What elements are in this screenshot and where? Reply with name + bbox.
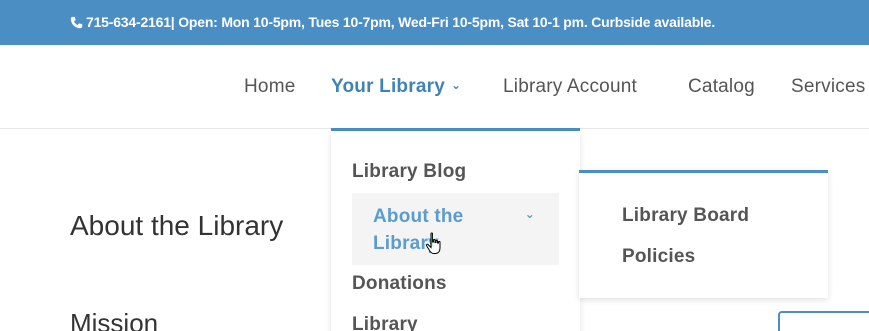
submenu-item-policies[interactable]: Policies [622, 246, 695, 268]
nav-catalog[interactable]: Catalog [688, 76, 755, 98]
chevron-down-icon: ⌄ [450, 78, 462, 92]
page-title: About the Library [70, 210, 284, 241]
dropdown-item-donations[interactable]: Donations [352, 273, 559, 295]
about-the-library-submenu: Library Board Policies [579, 170, 828, 298]
chevron-down-icon: ⌄ [524, 207, 535, 221]
submenu-item-library-board[interactable]: Library Board [622, 205, 749, 227]
your-library-dropdown: Library Blog About the Library ⌄ Donatio… [331, 131, 580, 331]
nav-home[interactable]: Home [244, 76, 295, 98]
dropdown-item-library-blog[interactable]: Library Blog [352, 161, 559, 183]
dropdown-item-library[interactable]: Library [352, 314, 559, 331]
sidebar-box[interactable] [778, 311, 869, 331]
nav-services[interactable]: Services [791, 76, 865, 98]
dropdown-item-about-the-library[interactable]: About the Library ⌄ [352, 193, 559, 265]
main-navigation: Home Your Library ⌄ Library Account Catal… [0, 45, 869, 131]
top-info-bar: 715-634-2161| Open: Mon 10-5pm, Tues 10-… [0, 0, 869, 45]
nav-your-library-label: Your Library [331, 76, 445, 97]
nav-library-account[interactable]: Library Account [503, 76, 637, 98]
hand-pointer-cursor-icon [425, 232, 445, 261]
mission-heading: Mission [70, 308, 159, 331]
phone-icon [70, 0, 84, 45]
contact-hours-text: 715-634-2161| Open: Mon 10-5pm, Tues 10-… [86, 14, 716, 30]
nav-your-library[interactable]: Your Library ⌄ [331, 76, 461, 98]
